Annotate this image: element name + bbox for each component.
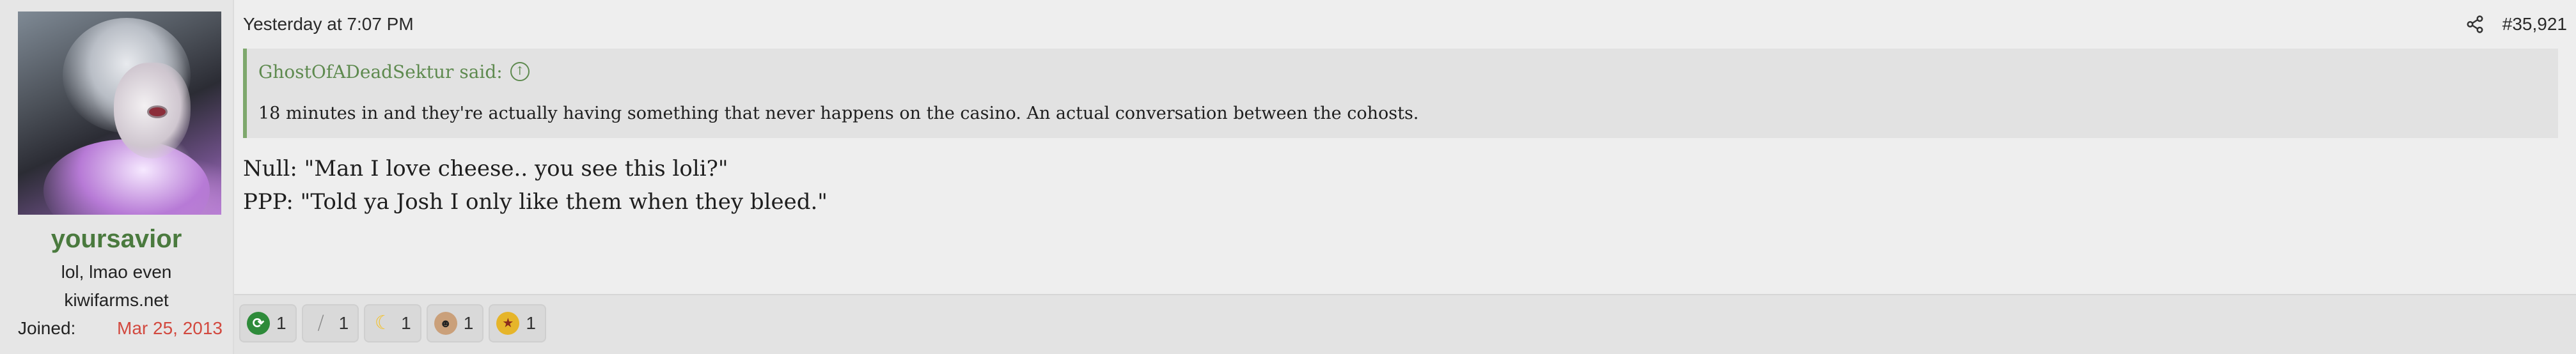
user-banner: kiwifarms.net xyxy=(64,290,169,310)
quote-text: 18 minutes in and they're actually havin… xyxy=(258,104,1419,123)
arrow-up-circle-icon[interactable]: ↑ xyxy=(510,62,530,81)
wrench-icon: ⧸ xyxy=(317,313,324,333)
reactions-bar: ⟳ 1 ⧸ 1 ☾ 1 ☻ 1 ★ 1 xyxy=(234,294,2576,354)
quote-block: GhostOfADeadSektur said: ↑ 18 minutes in… xyxy=(243,49,2558,138)
reaction-count: 1 xyxy=(526,313,536,333)
share-icon[interactable] xyxy=(2465,15,2485,34)
reaction-count: 1 xyxy=(463,313,474,333)
forum-post: yoursavior lol, lmao even kiwifarms.net … xyxy=(0,0,2576,354)
reaction-button[interactable]: ★ 1 xyxy=(489,304,546,342)
post-date-link[interactable]: Yesterday at 7:07 PM xyxy=(243,14,414,35)
avatar-art-body xyxy=(43,139,210,215)
quote-author-link[interactable]: GhostOfADeadSektur said: xyxy=(258,61,503,82)
avatar-art-eye xyxy=(149,107,166,116)
medal-icon: ★ xyxy=(496,312,520,335)
message-cell: Yesterday at 7:07 PM #35,921 GhostOfADea… xyxy=(234,0,2576,354)
green-arrow-icon: ⟳ xyxy=(247,312,270,335)
message-body: Null: "Man I love cheese.. you see this … xyxy=(243,152,828,219)
reaction-button[interactable]: ☾ 1 xyxy=(364,304,421,342)
post-number-link[interactable]: #35,921 xyxy=(2502,14,2567,35)
face-icon: ☻ xyxy=(434,312,457,335)
reaction-button[interactable]: ☻ 1 xyxy=(426,304,484,342)
joined-label: Joined: xyxy=(18,318,76,338)
quote-header: GhostOfADeadSektur said: ↑ xyxy=(258,59,530,84)
reaction-count: 1 xyxy=(401,313,411,333)
reactions-list: ⟳ 1 ⧸ 1 ☾ 1 ☻ 1 ★ 1 xyxy=(239,304,546,342)
reaction-button[interactable]: ⟳ 1 xyxy=(239,304,297,342)
reaction-button[interactable]: ⧸ 1 xyxy=(301,304,359,342)
post-actions: #35,921 xyxy=(2465,13,2567,36)
reaction-count: 1 xyxy=(276,313,287,333)
message-line: PPP: "Told ya Josh I only like them when… xyxy=(243,189,828,215)
moon-icon: ☾ xyxy=(374,312,392,334)
message-line: Null: "Man I love cheese.. you see this … xyxy=(243,156,728,181)
avatar[interactable] xyxy=(18,12,221,215)
username-link[interactable]: yoursavior xyxy=(0,225,233,254)
joined-date: Mar 25, 2013 xyxy=(117,318,223,338)
user-cell: yoursavior lol, lmao even kiwifarms.net … xyxy=(0,0,234,354)
user-title: lol, lmao even xyxy=(61,262,172,282)
reaction-count: 1 xyxy=(338,313,349,333)
